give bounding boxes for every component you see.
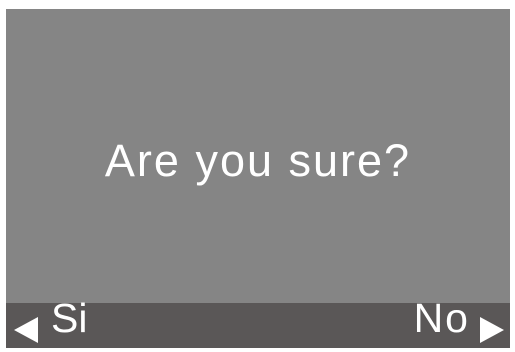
yes-softkey-label: Si [51,295,88,341]
no-softkey-label: No [413,295,470,341]
right-triangle-icon [480,317,504,343]
left-triangle-icon [14,317,38,343]
yes-softkey-button[interactable]: Si [6,295,116,348]
confirm-message: Are you sure? [104,135,412,186]
no-softkey-button[interactable]: No [400,295,510,348]
softkey-bar: Si No [6,295,510,348]
confirm-dialog-screen: Are you sure? Si No [6,9,510,348]
